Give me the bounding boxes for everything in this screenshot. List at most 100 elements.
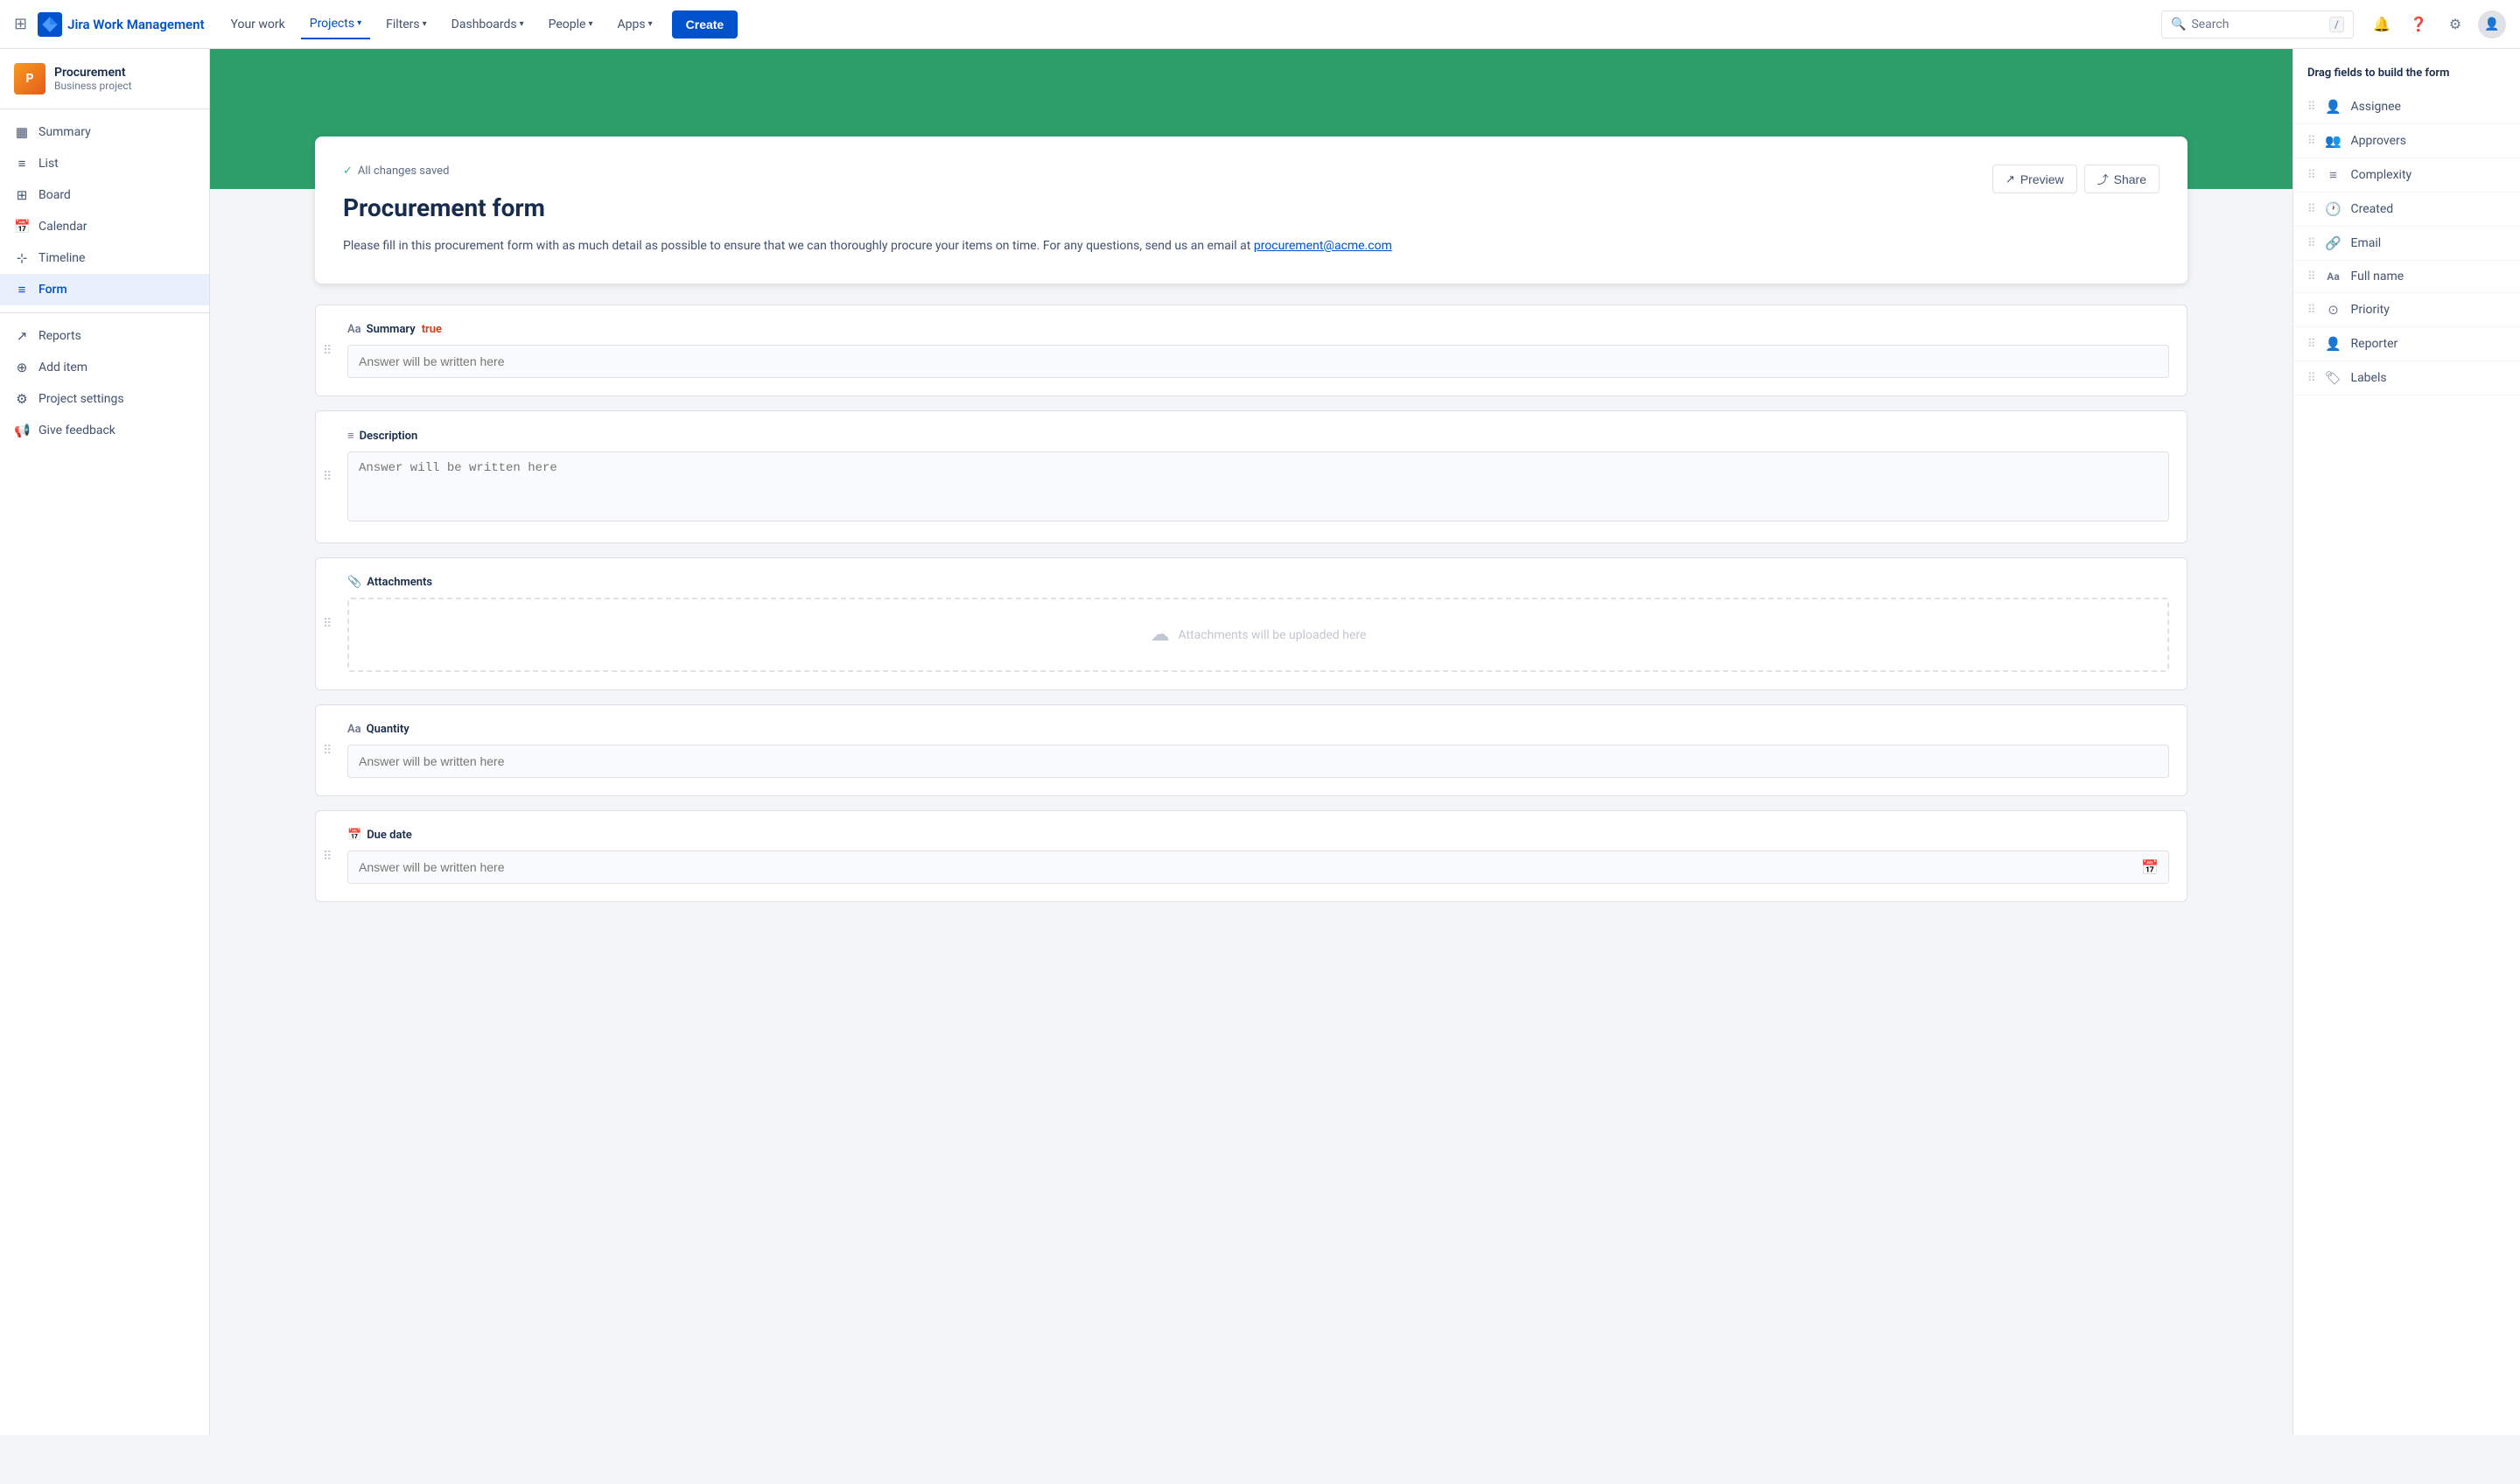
field-summary: ⠿ Aa Summary true: [315, 304, 2188, 396]
form-email-link[interactable]: procurement@acme.com: [1254, 239, 1392, 253]
form-title: Procurement form: [343, 193, 2160, 222]
settings-icon: ⚙: [14, 391, 30, 407]
drag-handle-icon[interactable]: ⠿: [323, 850, 332, 863]
panel-item-labels[interactable]: ⠿ 🏷 Labels: [2293, 361, 2520, 396]
project-type: Business project: [54, 80, 132, 92]
sidebar-item-label: Reports: [38, 329, 81, 343]
calendar-picker-icon[interactable]: 📅: [2141, 859, 2159, 876]
notifications-button[interactable]: 🔔: [2368, 10, 2396, 38]
sidebar-item-timeline[interactable]: ⊹ Timeline: [0, 242, 209, 274]
nav-apps[interactable]: Apps ▾: [609, 10, 662, 38]
share-button[interactable]: ⤴ Share: [2084, 164, 2160, 193]
app-name: Jira Work Management: [67, 17, 204, 32]
summary-input[interactable]: [347, 345, 2169, 378]
panel-item-assignee[interactable]: ⠿ 👤 Assignee: [2293, 90, 2520, 124]
sidebar-item-give-feedback[interactable]: 📢 Give feedback: [0, 415, 209, 446]
upload-area[interactable]: ☁ Attachments will be uploaded here: [347, 598, 2169, 672]
chevron-down-icon: ▾: [357, 18, 361, 28]
field-attachments: ⠿ 📎 Attachments ☁ Attachments will be up…: [315, 557, 2188, 690]
app-logo[interactable]: Jira Work Management: [38, 12, 204, 37]
search-bar[interactable]: 🔍 Search /: [2161, 10, 2354, 38]
created-icon: 🕐: [2325, 201, 2342, 217]
quantity-icon: Aa: [347, 723, 361, 736]
form-status-text: All changes saved: [358, 164, 450, 178]
email-icon: 🔗: [2325, 235, 2342, 251]
nav-your-work[interactable]: Your work: [222, 10, 294, 38]
nav-projects[interactable]: Projects ▾: [301, 10, 370, 39]
drag-dots-icon: ⠿: [2307, 135, 2316, 148]
drag-handle-icon[interactable]: ⠿: [323, 345, 332, 357]
form-header-card: ✓ All changes saved ↗ Preview ⤴ Share: [315, 136, 2188, 284]
drag-handle-icon[interactable]: ⠿: [323, 618, 332, 630]
date-wrapper: 📅: [347, 850, 2169, 884]
checkmark-icon: ✓: [343, 164, 353, 178]
sidebar-item-project-settings[interactable]: ⚙ Project settings: [0, 383, 209, 415]
full-name-icon: Aa: [2325, 270, 2342, 283]
panel-item-priority[interactable]: ⠿ ⊙ Priority: [2293, 293, 2520, 327]
field-label-text: Summary: [367, 323, 416, 336]
labels-icon: 🏷: [2325, 370, 2342, 386]
form-icon: ≡: [14, 282, 30, 298]
project-logo: P: [14, 63, 46, 94]
panel-item-approvers[interactable]: ⠿ 👥 Approvers: [2293, 124, 2520, 158]
description-icon: ≡: [347, 429, 354, 443]
panel-item-reporter[interactable]: ⠿ 👤 Reporter: [2293, 327, 2520, 361]
panel-item-label: Email: [2351, 236, 2382, 250]
preview-button[interactable]: ↗ Preview: [1992, 164, 2077, 193]
drag-dots-icon: ⠿: [2307, 169, 2316, 182]
description-input[interactable]: [347, 452, 2169, 522]
panel-item-email[interactable]: ⠿ 🔗 Email: [2293, 227, 2520, 261]
sidebar-item-add-item[interactable]: ⊕ Add item: [0, 352, 209, 383]
list-icon: ≡: [14, 156, 30, 172]
sidebar-item-label: Project settings: [38, 392, 124, 406]
user-avatar[interactable]: 👤: [2478, 10, 2506, 38]
panel-item-label: Approvers: [2351, 134, 2406, 148]
main-content: ✓ All changes saved ↗ Preview ⤴ Share: [210, 49, 2520, 1435]
approvers-icon: 👥: [2325, 133, 2342, 149]
settings-button[interactable]: ⚙: [2441, 10, 2469, 38]
right-panel-title: Drag fields to build the form: [2293, 66, 2520, 90]
panel-item-label: Labels: [2351, 371, 2387, 385]
text-icon: Aa: [347, 323, 361, 336]
drag-dots-icon: ⠿: [2307, 338, 2316, 351]
project-header: P Procurement Business project: [0, 49, 209, 109]
nav-dashboards[interactable]: Dashboards ▾: [443, 10, 533, 38]
panel-item-label: Reporter: [2351, 337, 2398, 351]
sidebar-item-summary[interactable]: ▦ Summary: [0, 116, 209, 148]
drag-handle-icon[interactable]: ⠿: [323, 745, 332, 757]
chevron-down-icon: ▾: [520, 19, 524, 29]
sidebar-item-label: Add item: [38, 360, 88, 374]
create-button[interactable]: Create: [672, 10, 738, 38]
help-button[interactable]: ❓: [2404, 10, 2432, 38]
nav-people[interactable]: People ▾: [540, 10, 602, 38]
nav-filters[interactable]: Filters ▾: [377, 10, 436, 38]
upload-cloud-icon: ☁: [1151, 624, 1170, 646]
assignee-icon: 👤: [2325, 99, 2342, 115]
timeline-icon: ⊹: [14, 250, 30, 266]
sidebar-nav: ▦ Summary ≡ List ⊞ Board 📅 Calendar ⊹ Ti…: [0, 109, 209, 453]
drag-handle-icon[interactable]: ⠿: [323, 471, 332, 483]
panel-item-label: Priority: [2351, 303, 2390, 317]
drag-dots-icon: ⠿: [2307, 203, 2316, 216]
chevron-down-icon: ▾: [648, 19, 653, 29]
grid-icon[interactable]: ⊞: [14, 15, 27, 33]
field-due-date: ⠿ 📅 Due date 📅: [315, 810, 2188, 902]
summary-icon: ▦: [14, 124, 30, 140]
drag-dots-icon: ⠿: [2307, 101, 2316, 114]
form-status: ✓ All changes saved: [343, 164, 449, 178]
due-date-input[interactable]: [347, 850, 2169, 884]
field-label-text: Attachments: [367, 576, 432, 589]
sidebar-item-label: List: [38, 157, 59, 171]
panel-item-created[interactable]: ⠿ 🕐 Created: [2293, 192, 2520, 227]
sidebar-item-calendar[interactable]: 📅 Calendar: [0, 211, 209, 242]
sidebar-item-form[interactable]: ≡ Form: [0, 274, 209, 305]
sidebar-item-list[interactable]: ≡ List: [0, 148, 209, 179]
sidebar-item-label: Summary: [38, 125, 91, 139]
drag-dots-icon: ⠿: [2307, 372, 2316, 385]
sidebar-item-board[interactable]: ⊞ Board: [0, 179, 209, 211]
panel-item-full-name[interactable]: ⠿ Aa Full name: [2293, 261, 2520, 293]
panel-item-complexity[interactable]: ⠿ ≡ Complexity: [2293, 158, 2520, 192]
sidebar-item-reports[interactable]: ↗ Reports: [0, 320, 209, 352]
board-icon: ⊞: [14, 187, 30, 203]
quantity-input[interactable]: [347, 745, 2169, 778]
